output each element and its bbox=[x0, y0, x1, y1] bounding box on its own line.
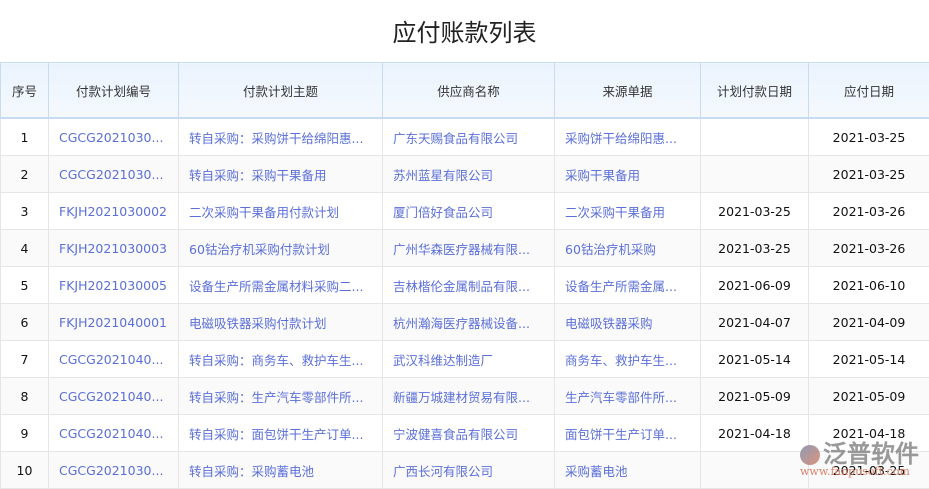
plan-subject-link[interactable]: 设备生产所需金属材料采购二... bbox=[179, 267, 383, 304]
plan-subject-link[interactable]: 转自采购：采购饼干给绵阳惠... bbox=[179, 118, 383, 156]
plan-number-link[interactable]: FKJH2021030005 bbox=[49, 267, 179, 304]
table-row: 9CGCG2021040...转自采购：面包饼干生产订单...宁波健喜食品有限公… bbox=[1, 415, 929, 452]
plan-subject-link[interactable]: 二次采购干果备用付款计划 bbox=[179, 193, 383, 230]
planned-payment-date: 2021-03-25 bbox=[701, 193, 809, 230]
plan-number-link[interactable]: CGCG2021040... bbox=[49, 341, 179, 378]
due-date: 2021-03-25 bbox=[809, 118, 929, 156]
source-document-link[interactable]: 二次采购干果备用 bbox=[555, 193, 701, 230]
plan-subject-link[interactable]: 60钴治疗机采购付款计划 bbox=[179, 230, 383, 267]
row-index: 4 bbox=[1, 230, 49, 267]
supplier-link[interactable]: 广东天赐食品有限公司 bbox=[383, 118, 555, 156]
row-index: 9 bbox=[1, 415, 49, 452]
plan-number-link[interactable]: FKJH2021030003 bbox=[49, 230, 179, 267]
planned-payment-date: 2021-06-09 bbox=[701, 267, 809, 304]
supplier-link[interactable]: 厦门倍好食品公司 bbox=[383, 193, 555, 230]
planned-payment-date: 2021-03-25 bbox=[701, 230, 809, 267]
plan-subject-link[interactable]: 转自采购：采购蓄电池 bbox=[179, 452, 383, 489]
column-header[interactable]: 序号 bbox=[1, 63, 49, 119]
planned-payment-date bbox=[701, 156, 809, 193]
supplier-link[interactable]: 宁波健喜食品有限公司 bbox=[383, 415, 555, 452]
row-index: 3 bbox=[1, 193, 49, 230]
plan-subject-link[interactable]: 电磁吸铁器采购付款计划 bbox=[179, 304, 383, 341]
due-date: 2021-03-26 bbox=[809, 230, 929, 267]
due-date: 2021-05-14 bbox=[809, 341, 929, 378]
planned-payment-date: 2021-04-18 bbox=[701, 415, 809, 452]
source-document-link[interactable]: 生产汽车零部件所... bbox=[555, 378, 701, 415]
table-row: 4FKJH202103000360钴治疗机采购付款计划广州华森医疗器械有限...… bbox=[1, 230, 929, 267]
column-header[interactable]: 来源单据 bbox=[555, 63, 701, 119]
planned-payment-date: 2021-05-14 bbox=[701, 341, 809, 378]
source-document-link[interactable]: 设备生产所需金属... bbox=[555, 267, 701, 304]
source-document-link[interactable]: 电磁吸铁器采购 bbox=[555, 304, 701, 341]
supplier-link[interactable]: 新疆万城建材贸易有限... bbox=[383, 378, 555, 415]
supplier-link[interactable]: 吉林楷伦金属制品有限... bbox=[383, 267, 555, 304]
source-document-link[interactable]: 面包饼干生产订单... bbox=[555, 415, 701, 452]
table-row: 5FKJH2021030005设备生产所需金属材料采购二...吉林楷伦金属制品有… bbox=[1, 267, 929, 304]
column-header[interactable]: 付款计划主题 bbox=[179, 63, 383, 119]
plan-subject-link[interactable]: 转自采购：商务车、救护车生... bbox=[179, 341, 383, 378]
plan-subject-link[interactable]: 转自采购：采购干果备用 bbox=[179, 156, 383, 193]
column-header[interactable]: 付款计划编号 bbox=[49, 63, 179, 119]
table-row: 3FKJH2021030002二次采购干果备用付款计划厦门倍好食品公司二次采购干… bbox=[1, 193, 929, 230]
table-row: 7CGCG2021040...转自采购：商务车、救护车生...武汉科维达制造厂商… bbox=[1, 341, 929, 378]
source-document-link[interactable]: 60钴治疗机采购 bbox=[555, 230, 701, 267]
supplier-link[interactable]: 杭州瀚海医疗器械设备... bbox=[383, 304, 555, 341]
plan-number-link[interactable]: CGCG2021030... bbox=[49, 118, 179, 156]
due-date: 2021-03-25 bbox=[809, 452, 929, 489]
due-date: 2021-04-09 bbox=[809, 304, 929, 341]
row-index: 6 bbox=[1, 304, 49, 341]
plan-number-link[interactable]: CGCG2021030... bbox=[49, 452, 179, 489]
row-index: 7 bbox=[1, 341, 49, 378]
source-document-link[interactable]: 采购饼干给绵阳惠... bbox=[555, 118, 701, 156]
due-date: 2021-04-18 bbox=[809, 415, 929, 452]
table-row: 6FKJH2021040001电磁吸铁器采购付款计划杭州瀚海医疗器械设备...电… bbox=[1, 304, 929, 341]
plan-subject-link[interactable]: 转自采购：面包饼干生产订单... bbox=[179, 415, 383, 452]
plan-number-link[interactable]: CGCG2021030... bbox=[49, 156, 179, 193]
planned-payment-date bbox=[701, 118, 809, 156]
plan-number-link[interactable]: FKJH2021030002 bbox=[49, 193, 179, 230]
table-row: 8CGCG2021040...转自采购：生产汽车零部件所...新疆万城建材贸易有… bbox=[1, 378, 929, 415]
planned-payment-date: 2021-04-07 bbox=[701, 304, 809, 341]
due-date: 2021-03-26 bbox=[809, 193, 929, 230]
column-header[interactable]: 应付日期 bbox=[809, 63, 929, 119]
row-index: 2 bbox=[1, 156, 49, 193]
supplier-link[interactable]: 武汉科维达制造厂 bbox=[383, 341, 555, 378]
table-row: 1CGCG2021030...转自采购：采购饼干给绵阳惠...广东天赐食品有限公… bbox=[1, 118, 929, 156]
table-row: 2CGCG2021030...转自采购：采购干果备用苏州蓝星有限公司采购干果备用… bbox=[1, 156, 929, 193]
supplier-link[interactable]: 广州华森医疗器械有限... bbox=[383, 230, 555, 267]
row-index: 1 bbox=[1, 118, 49, 156]
payables-table: 序号付款计划编号付款计划主题供应商名称来源单据计划付款日期应付日期 1CGCG2… bbox=[0, 62, 929, 489]
row-index: 8 bbox=[1, 378, 49, 415]
row-index: 10 bbox=[1, 452, 49, 489]
plan-number-link[interactable]: CGCG2021040... bbox=[49, 378, 179, 415]
plan-subject-link[interactable]: 转自采购：生产汽车零部件所... bbox=[179, 378, 383, 415]
supplier-link[interactable]: 广西长河有限公司 bbox=[383, 452, 555, 489]
table-row: 10CGCG2021030...转自采购：采购蓄电池广西长河有限公司采购蓄电池 2… bbox=[1, 452, 929, 489]
supplier-link[interactable]: 苏州蓝星有限公司 bbox=[383, 156, 555, 193]
planned-payment-date bbox=[701, 452, 809, 489]
plan-number-link[interactable]: FKJH2021040001 bbox=[49, 304, 179, 341]
due-date: 2021-03-25 bbox=[809, 156, 929, 193]
column-header[interactable]: 计划付款日期 bbox=[701, 63, 809, 119]
page-title: 应付账款列表 bbox=[0, 0, 929, 62]
due-date: 2021-05-09 bbox=[809, 378, 929, 415]
row-index: 5 bbox=[1, 267, 49, 304]
source-document-link[interactable]: 采购干果备用 bbox=[555, 156, 701, 193]
due-date: 2021-06-10 bbox=[809, 267, 929, 304]
source-document-link[interactable]: 采购蓄电池 bbox=[555, 452, 701, 489]
planned-payment-date: 2021-05-09 bbox=[701, 378, 809, 415]
column-header[interactable]: 供应商名称 bbox=[383, 63, 555, 119]
plan-number-link[interactable]: CGCG2021040... bbox=[49, 415, 179, 452]
source-document-link[interactable]: 商务车、救护车生... bbox=[555, 341, 701, 378]
